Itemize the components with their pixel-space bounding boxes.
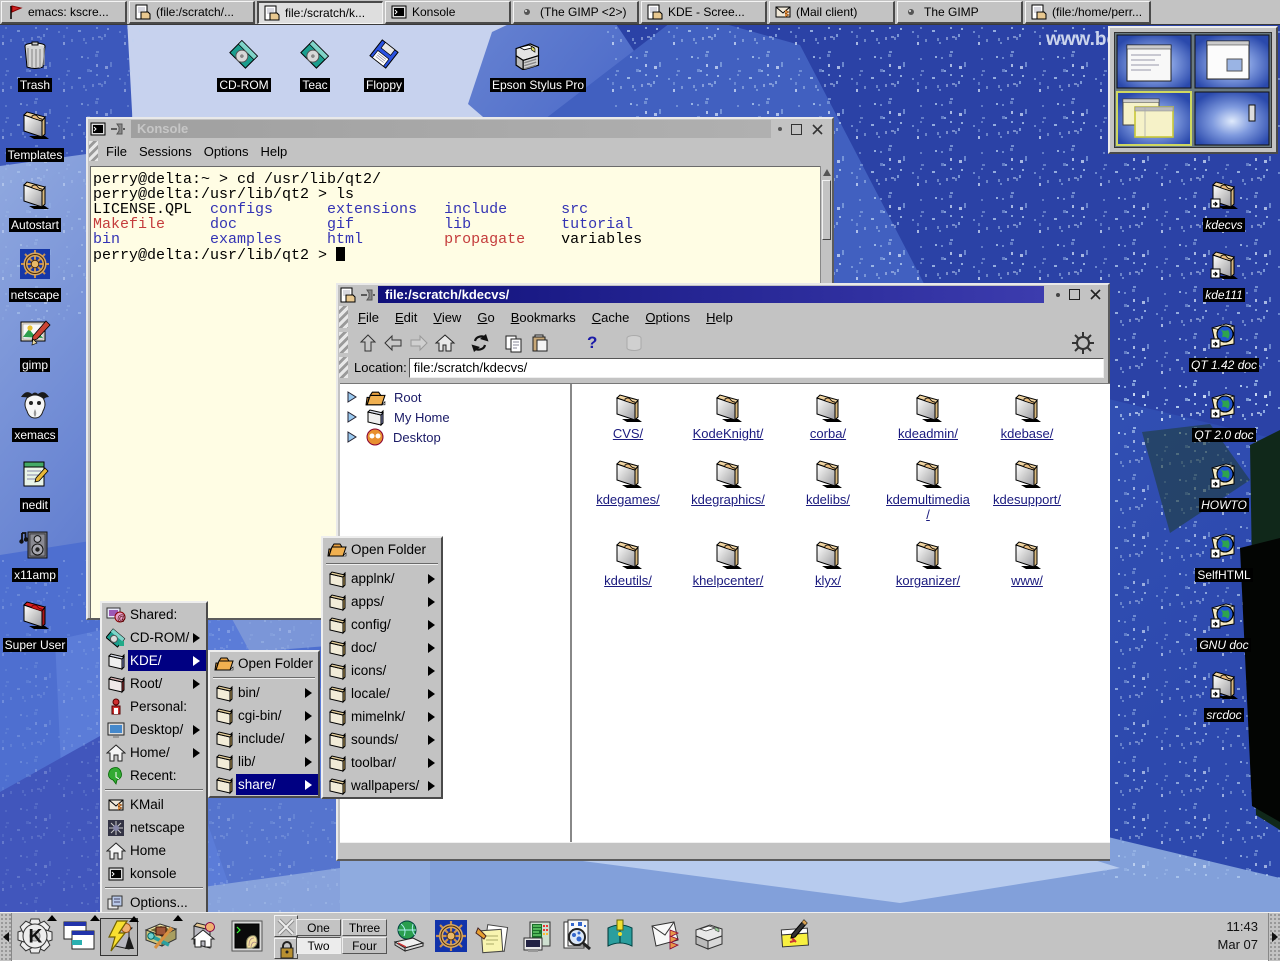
svg-text:K: K xyxy=(29,927,43,948)
svg-text:@: @ xyxy=(117,613,126,623)
